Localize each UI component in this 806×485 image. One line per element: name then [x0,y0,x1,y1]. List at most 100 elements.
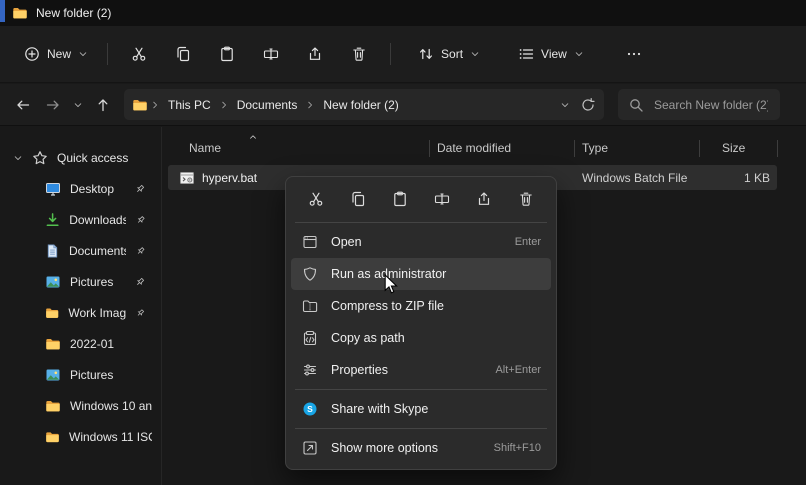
pin-icon [134,183,146,195]
sidebar-item-quick-access[interactable]: Quick access [5,143,156,172]
chevron-down-icon [574,49,584,59]
up-button[interactable] [88,90,118,120]
toolbar-separator [107,43,108,65]
skype-icon [302,401,318,417]
sidebar: Quick access Desktop Downloads Documents… [0,127,162,485]
sidebar-item-label: 2022-01 [70,337,114,351]
refresh-icon [580,97,596,113]
column-header-date-modified[interactable]: Date modified [437,141,511,155]
view-icon [518,46,534,62]
column-divider[interactable] [574,140,575,157]
forward-arrow-icon [45,97,61,113]
sort-icon [418,46,434,62]
delete-icon [518,191,534,207]
menu-item-shortcut: Shift+F10 [494,442,541,454]
menu-item-compress-to-zip[interactable]: Compress to ZIP file [291,290,551,322]
sidebar-item-label: Pictures [70,275,113,289]
search-box [618,89,780,120]
share-button[interactable] [293,37,337,71]
search-input[interactable] [652,97,770,113]
rename-icon [434,191,450,207]
menu-item-show-more-options[interactable]: Show more options Shift+F10 [291,432,551,464]
column-divider[interactable] [699,140,700,157]
view-button[interactable]: View [508,37,594,71]
recent-locations-button[interactable] [68,90,88,120]
menu-item-label: Properties [331,363,482,377]
address-dropdown-button[interactable] [560,100,570,110]
rename-button[interactable] [425,184,459,214]
sidebar-item-pictures-2[interactable]: Pictures [5,360,156,389]
column-header-size[interactable]: Size [722,141,745,155]
sidebar-item-documents[interactable]: Documents [5,236,156,265]
sidebar-item-pictures[interactable]: Pictures [5,267,156,296]
document-icon [45,243,60,259]
titlebar: New folder (2) [0,0,806,26]
back-button[interactable] [8,90,38,120]
paste-button[interactable] [383,184,417,214]
sidebar-item-label: Documents [69,244,126,258]
cut-button[interactable] [117,37,161,71]
sidebar-item-label: Work Image [68,306,126,320]
breadcrumb-this-pc[interactable]: This PC [162,95,217,115]
menu-item-label: Run as administrator [331,267,528,281]
share-icon [307,46,323,62]
sidebar-item-windows-10[interactable]: Windows 10 an [5,391,156,420]
sidebar-item-label: Quick access [57,151,128,165]
copy-button[interactable] [341,184,375,214]
copy-icon [350,191,366,207]
breadcrumb-current-folder[interactable]: New folder (2) [317,95,404,115]
sidebar-item-2022-01[interactable]: 2022-01 [5,329,156,358]
sidebar-item-windows-11-iso[interactable]: Windows 11 ISO [5,422,156,451]
rename-button[interactable] [249,37,293,71]
pin-icon [135,245,146,257]
sidebar-item-desktop[interactable]: Desktop [5,174,156,203]
chevron-down-icon[interactable] [13,153,23,163]
address-bar[interactable]: This PC Documents New folder (2) [124,89,604,120]
open-window-icon [302,234,318,250]
chevron-down-icon [73,100,83,110]
toolbar-separator [390,43,391,65]
delete-button[interactable] [337,37,381,71]
chevron-down-icon [470,49,480,59]
pin-icon [135,307,146,319]
copy-button[interactable] [161,37,205,71]
sidebar-item-work-image[interactable]: Work Image [5,298,156,327]
pin-icon [134,276,146,288]
admin-shield-icon [302,266,318,282]
column-header-type[interactable]: Type [582,141,608,155]
cut-icon [131,46,147,62]
menu-item-share-with-skype[interactable]: Share with Skype [291,393,551,425]
menu-item-run-as-administrator[interactable]: Run as administrator [291,258,551,290]
sidebar-item-label: Windows 10 an [70,399,152,413]
sort-ascending-caret-icon [248,132,258,142]
column-divider[interactable] [429,140,430,157]
star-icon [32,150,48,166]
menu-item-copy-as-path[interactable]: Copy as path [291,322,551,354]
folder-icon [45,305,59,321]
more-options-button[interactable] [612,37,656,71]
share-button[interactable] [467,184,501,214]
file-explorer-window: New folder (2) New Sort View [0,0,806,485]
context-menu-quick-actions [291,182,551,219]
menu-item-properties[interactable]: Properties Alt+Enter [291,354,551,386]
delete-button[interactable] [509,184,543,214]
context-menu: Open Enter Run as administrator Compress… [285,176,557,470]
chevron-right-icon [219,100,229,110]
file-type: Windows Batch File [582,171,687,185]
desktop-icon [45,181,61,197]
menu-item-label: Show more options [331,441,481,455]
sidebar-item-downloads[interactable]: Downloads [5,205,156,234]
breadcrumb-documents[interactable]: Documents [231,95,304,115]
menu-separator [295,222,547,223]
cut-button[interactable] [299,184,333,214]
new-button[interactable]: New [14,37,98,71]
refresh-button[interactable] [580,97,596,113]
menu-item-open[interactable]: Open Enter [291,226,551,258]
column-divider[interactable] [777,140,778,157]
sort-button[interactable]: Sort [408,37,490,71]
paste-button[interactable] [205,37,249,71]
chevron-down-icon [560,100,570,110]
forward-button[interactable] [38,90,68,120]
menu-item-shortcut: Enter [515,236,541,248]
column-header-name[interactable]: Name [189,141,221,155]
